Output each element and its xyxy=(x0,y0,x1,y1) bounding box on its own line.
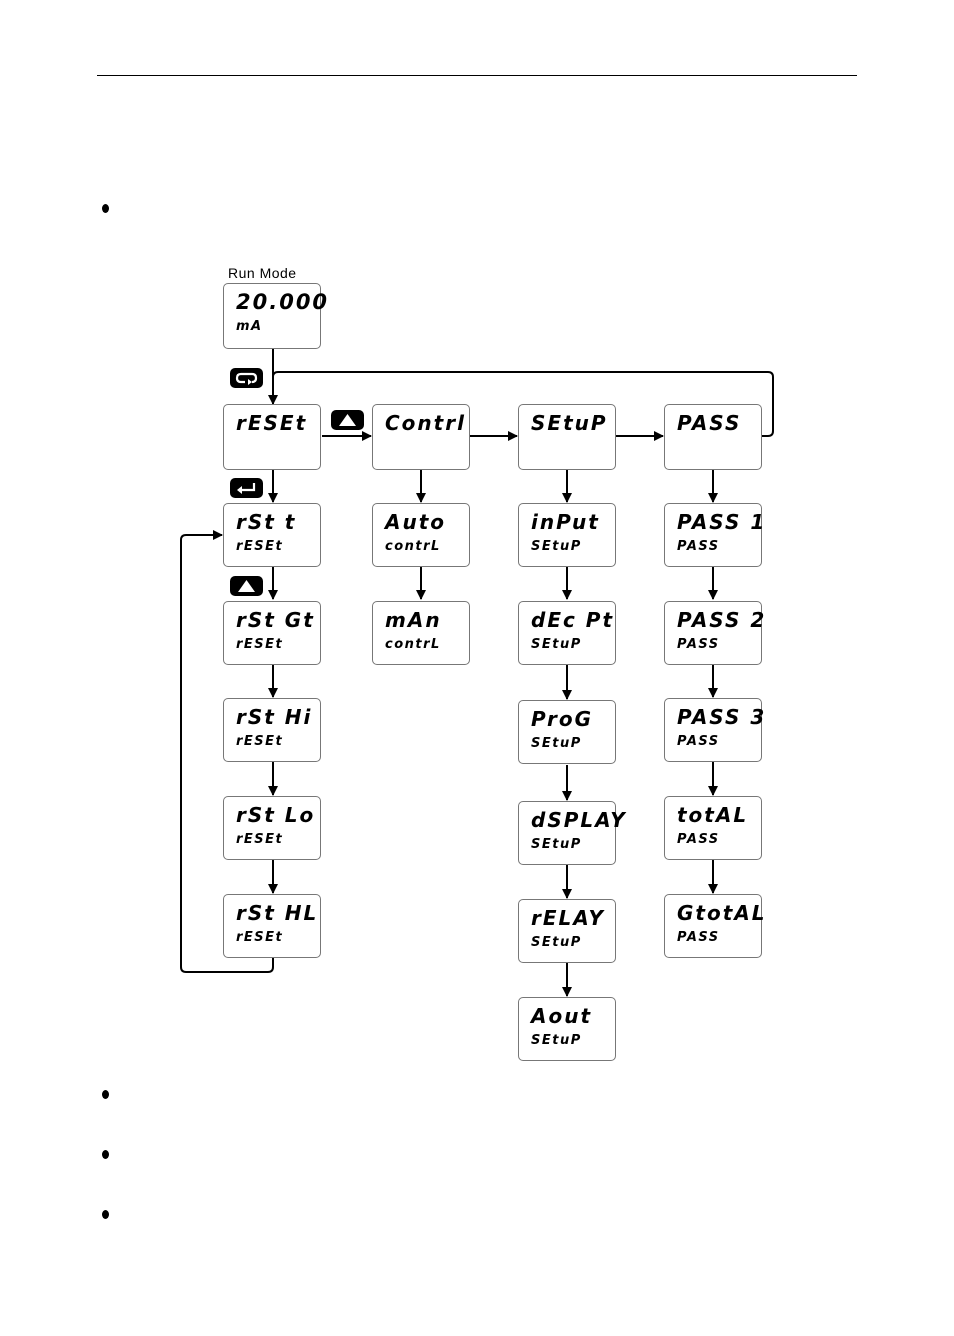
reset-item-1[interactable]: rSt t rESEt xyxy=(223,503,321,567)
setup-item-2[interactable]: dEc Pt SEtuP xyxy=(518,601,616,665)
reset-item-3[interactable]: rSt Hi rESEt xyxy=(223,698,321,762)
display-unit: mA xyxy=(236,319,263,334)
item-sublabel: contrL xyxy=(385,637,441,652)
item-label: dEc Pt xyxy=(531,608,615,632)
setup-item-1[interactable]: inPut SEtuP xyxy=(518,503,616,567)
menu-control[interactable]: Contrl xyxy=(372,404,470,470)
item-sublabel: PASS xyxy=(677,539,720,554)
item-sublabel: rESEt xyxy=(236,637,284,652)
menu-label: PASS xyxy=(677,411,742,435)
setup-item-6[interactable]: Aout SEtuP xyxy=(518,997,616,1061)
item-label: rSt Lo xyxy=(236,803,316,827)
pass-item-5[interactable]: GtotAL PASS xyxy=(664,894,765,958)
item-sublabel: rESEt xyxy=(236,539,284,554)
menu-label: rESEt xyxy=(236,411,308,435)
item-label: rSt Gt xyxy=(236,608,315,632)
item-label: PASS 2 xyxy=(677,608,767,632)
item-label: totAL xyxy=(677,803,749,827)
item-label: rSt t xyxy=(236,510,297,534)
item-sublabel: contrL xyxy=(385,539,441,554)
item-sublabel: SEtuP xyxy=(531,539,582,554)
reset-item-4[interactable]: rSt Lo rESEt xyxy=(223,796,321,860)
item-sublabel: rESEt xyxy=(236,734,284,749)
pass-item-2[interactable]: PASS 2 PASS xyxy=(664,601,764,665)
menu-label: Contrl xyxy=(385,411,466,435)
item-sublabel: SEtuP xyxy=(531,935,582,950)
setup-item-5[interactable]: rELAY SEtuP xyxy=(518,899,616,963)
pass-item-4[interactable]: totAL PASS xyxy=(664,796,762,860)
reset-item-5[interactable]: rSt HL rESEt xyxy=(223,894,321,958)
item-label: ProG xyxy=(531,707,594,731)
item-sublabel: PASS xyxy=(677,637,720,652)
item-label: PASS 1 xyxy=(677,510,767,534)
menu-button-icon[interactable] xyxy=(230,368,263,388)
menu-pass[interactable]: PASS xyxy=(664,404,762,470)
item-sublabel: PASS xyxy=(677,832,720,847)
item-label: inPut xyxy=(531,510,600,534)
item-label: rELAY xyxy=(531,906,605,930)
item-label: GtotAL xyxy=(677,901,767,925)
item-label: dSPLAY xyxy=(531,808,627,832)
up-arrow-button-icon[interactable] xyxy=(230,576,263,596)
item-label: Auto xyxy=(385,510,447,534)
item-sublabel: rESEt xyxy=(236,930,284,945)
pass-item-1[interactable]: PASS 1 PASS xyxy=(664,503,764,567)
item-label: rSt Hi xyxy=(236,705,313,729)
pass-item-3[interactable]: PASS 3 PASS xyxy=(664,698,764,762)
reset-item-2[interactable]: rSt Gt rESEt xyxy=(223,601,321,665)
menu-label: SEtuP xyxy=(531,411,608,435)
menu-reset[interactable]: rESEt xyxy=(223,404,321,470)
control-item-1[interactable]: Auto contrL xyxy=(372,503,470,567)
item-sublabel: SEtuP xyxy=(531,1033,582,1048)
setup-item-4[interactable]: dSPLAY SEtuP xyxy=(518,801,625,865)
run-mode-label: Run Mode xyxy=(228,265,297,281)
item-sublabel: PASS xyxy=(677,930,720,945)
item-label: PASS 3 xyxy=(677,705,767,729)
item-sublabel: SEtuP xyxy=(531,736,582,751)
item-label: rSt HL xyxy=(236,901,319,925)
item-sublabel: PASS xyxy=(677,734,720,749)
control-item-2[interactable]: mAn contrL xyxy=(372,601,470,665)
flow-connectors xyxy=(180,349,774,997)
menu-setup[interactable]: SEtuP xyxy=(518,404,616,470)
setup-item-3[interactable]: ProG SEtuP xyxy=(518,700,616,764)
item-sublabel: SEtuP xyxy=(531,837,582,852)
run-mode-display: 20.000 mA xyxy=(223,283,327,349)
item-sublabel: SEtuP xyxy=(531,637,582,652)
item-label: Aout xyxy=(531,1004,593,1028)
enter-button-icon[interactable] xyxy=(230,478,263,498)
display-value: 20.000 xyxy=(236,290,330,314)
item-label: mAn xyxy=(385,608,442,632)
up-arrow-button-icon[interactable] xyxy=(331,410,364,430)
item-sublabel: rESEt xyxy=(236,832,284,847)
